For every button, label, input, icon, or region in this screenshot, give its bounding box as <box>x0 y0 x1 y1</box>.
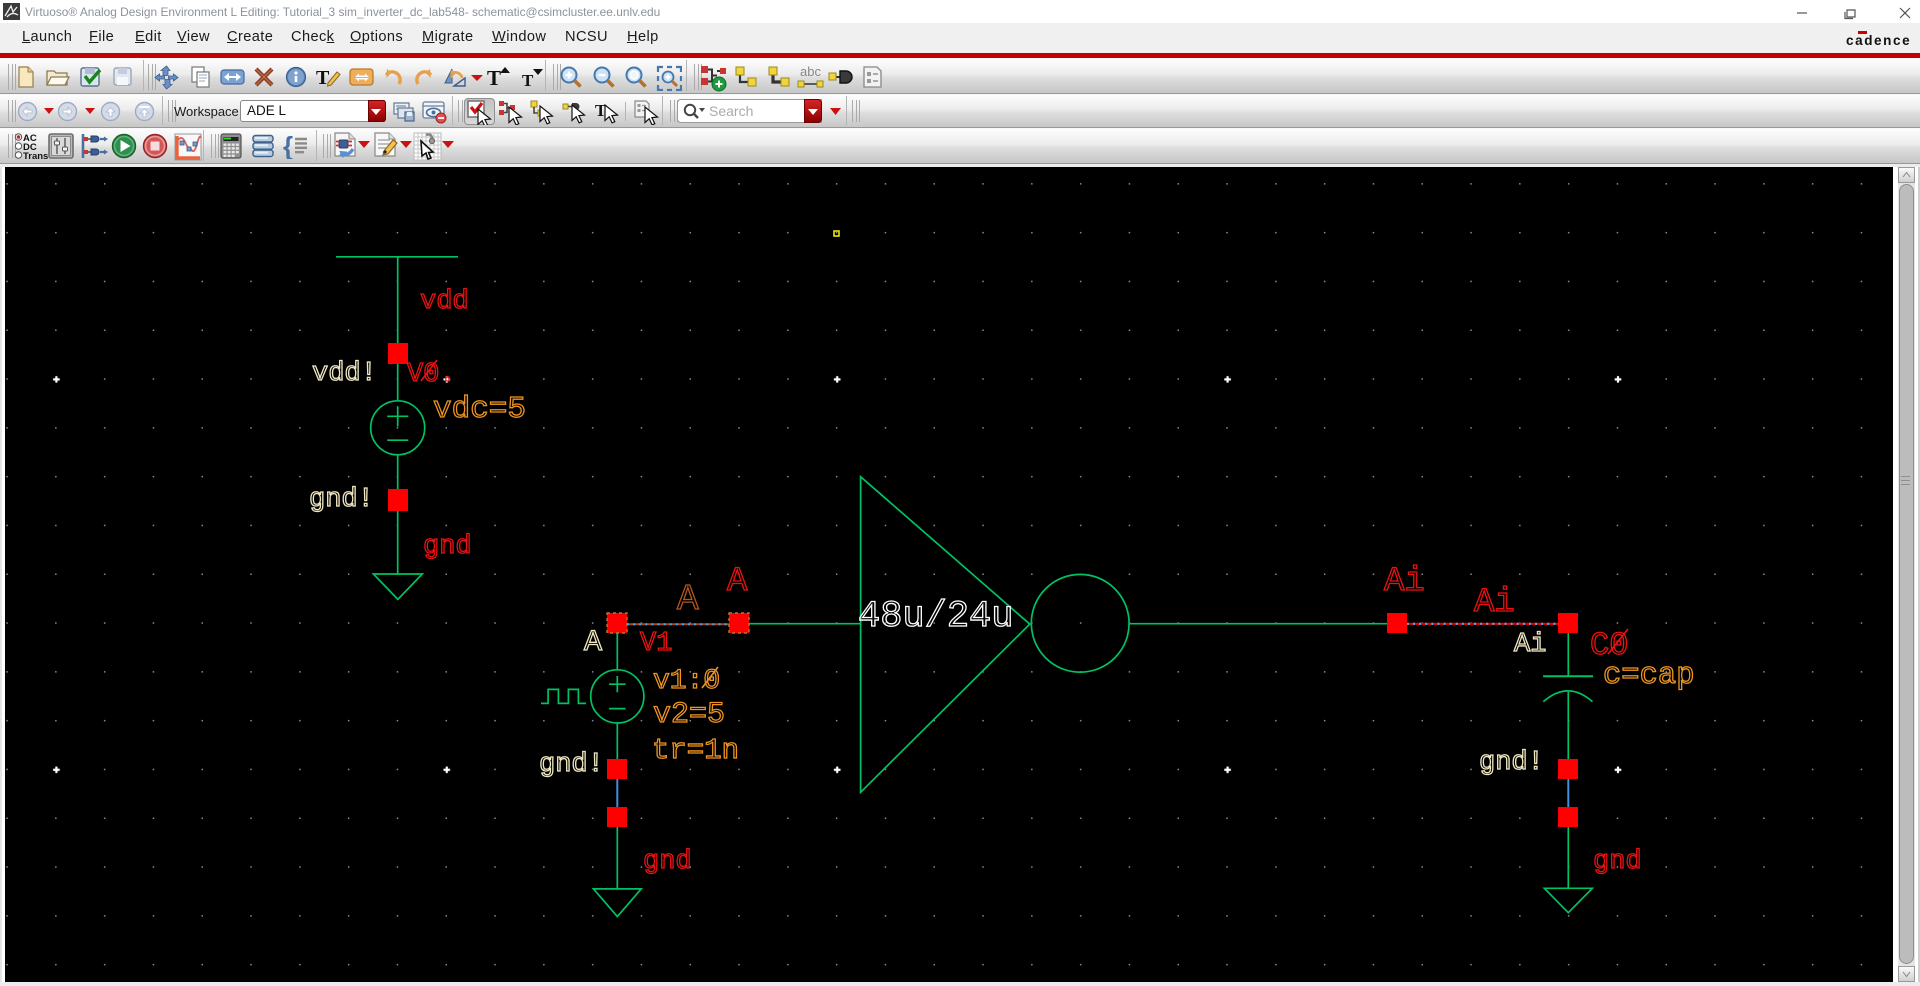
svg-text:T: T <box>487 66 501 89</box>
svg-text:Ai: Ai <box>1384 563 1425 601</box>
svg-text:gnd!: gnd! <box>1479 748 1544 778</box>
svg-text:48u/24u: 48u/24u <box>858 596 1013 638</box>
svg-text:tr=1n: tr=1n <box>652 734 739 767</box>
svg-text:vdc=5: vdc=5 <box>433 392 526 427</box>
svg-text:V0.: V0. <box>407 360 456 390</box>
svg-text:gnd: gnd <box>643 847 692 877</box>
svg-text:abc: abc <box>800 64 821 79</box>
svg-text:Ai: Ai <box>1514 630 1546 660</box>
svg-text:gnd!: gnd! <box>309 485 374 515</box>
svg-text:gnd!: gnd! <box>539 750 604 780</box>
svg-text:{: { <box>283 133 293 159</box>
svg-text:A: A <box>584 626 602 660</box>
svg-text:vdd!: vdd! <box>312 359 377 389</box>
svg-text:v2=5: v2=5 <box>653 698 725 732</box>
svg-text:A: A <box>677 579 699 620</box>
svg-text:Trans: Trans <box>23 151 48 162</box>
svg-text:gnd: gnd <box>423 532 472 562</box>
svg-text:V1: V1 <box>640 629 672 659</box>
svg-text:v1:0: v1:0 <box>653 666 720 697</box>
svg-text:c=cap: c=cap <box>1603 659 1695 693</box>
svg-text:T: T <box>522 71 534 89</box>
svg-text:Ai: Ai <box>1474 584 1515 622</box>
svg-text:gnd: gnd <box>1593 847 1642 877</box>
svg-text:A: A <box>727 563 748 601</box>
svg-text:vdd: vdd <box>420 287 469 317</box>
